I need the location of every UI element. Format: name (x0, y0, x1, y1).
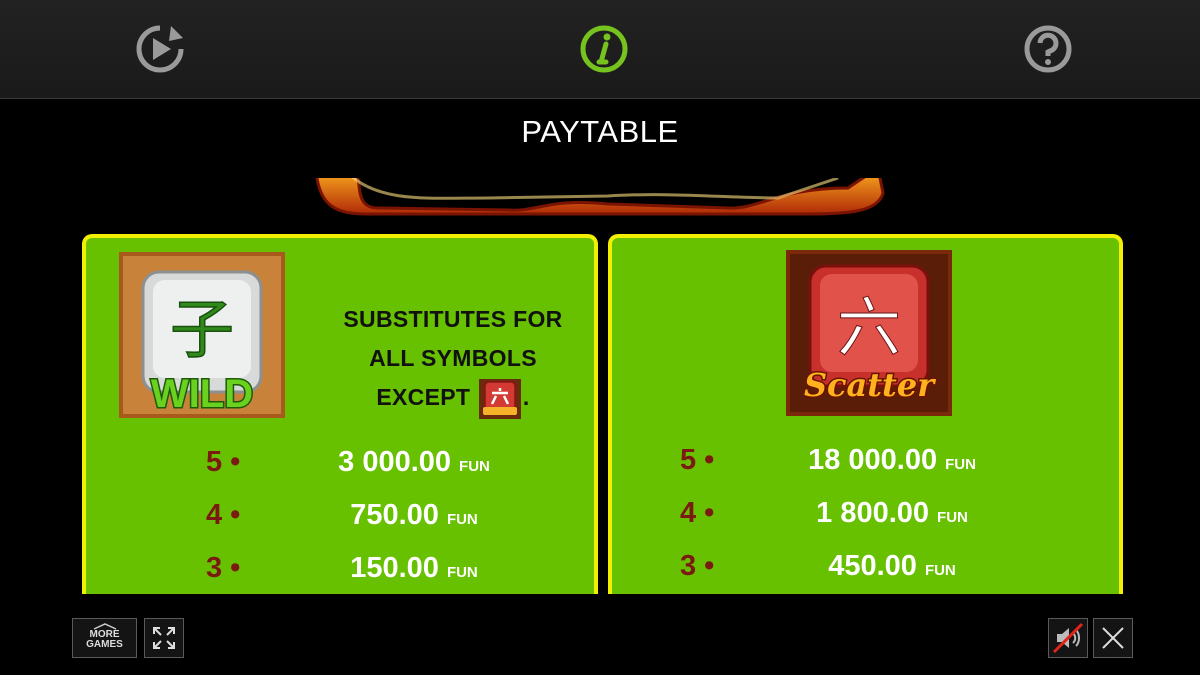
wild-unit-5: FUN (459, 458, 490, 475)
wild-amount-4: 750.00 (350, 499, 439, 531)
scatter-amount-4: 1 800.00 (816, 497, 930, 529)
page-title: PAYTABLE (521, 114, 679, 149)
wild-desc-line-3: EXCEPT . (308, 378, 594, 419)
scatter-payout-row-4: 4 • 1 800.00 FUN (612, 497, 1119, 537)
game-logo-image (315, 178, 885, 216)
scatter-payout-row-3: 3 • 450.00 FUN (612, 550, 1119, 590)
wild-payout-row-5: 5 • 3 000.00 FUN (86, 446, 594, 486)
fullscreen-icon (153, 627, 175, 649)
wild-payout-row-3: 3 • 150.00 FUN (86, 552, 594, 592)
close-button[interactable] (1093, 618, 1133, 658)
wild-amount-5: 3 000.00 (338, 446, 452, 478)
scatter-amount-3: 450.00 (828, 550, 917, 582)
info-icon[interactable] (579, 24, 629, 74)
scatter-unit-3: FUN (924, 562, 956, 579)
wild-amount-3: 150.00 (350, 552, 439, 584)
more-games-button[interactable]: MORE GAMES (72, 618, 137, 658)
wild-unit-3: FUN (446, 564, 478, 581)
wild-unit-4: FUN (446, 511, 478, 528)
close-icon (1102, 627, 1124, 649)
scatter-count-3: 3 • (680, 550, 715, 582)
scatter-symbol-glyph: 六 (837, 292, 901, 366)
scatter-paytable-card: 六 Scatter 5 • 18 000.00 FUN 4 • 1 800.00 F… (608, 234, 1123, 594)
wild-symbol-glyph: 子 (170, 294, 234, 368)
wild-desc-period: . (522, 384, 530, 410)
scatter-amount-5: 18 000.00 (808, 444, 938, 476)
scatter-count-5: 5 • (680, 444, 715, 476)
fullscreen-button[interactable] (144, 618, 184, 658)
scatter-symbol-image: 六 Scatter (786, 250, 952, 416)
wild-desc-line-2: ALL SYMBOLS (369, 345, 537, 371)
wild-desc-line-1: SUBSTITUTES FOR (343, 306, 563, 332)
wild-desc-line-3-text: EXCEPT (376, 384, 471, 410)
top-bar (0, 0, 1200, 99)
scatter-payout-row-5: 5 • 18 000.00 FUN (612, 444, 1119, 484)
scatter-count-4: 4 • (680, 497, 715, 529)
scatter-symbol-label: Scatter (804, 366, 936, 404)
wild-payout-row-4: 4 • 750.00 FUN (86, 499, 594, 539)
scatter-mini-icon (478, 378, 521, 419)
scatter-unit-5: FUN (945, 456, 976, 473)
scatter-unit-4: FUN (937, 509, 968, 526)
wild-paytable-card: 子 WILD SUBSTITUTES FOR ALL SYMBOLS EXCEP… (82, 234, 598, 594)
sound-toggle-button[interactable] (1048, 618, 1088, 658)
wild-description: SUBSTITUTES FOR ALL SYMBOLS EXCEPT . (308, 300, 594, 419)
help-icon[interactable] (1023, 24, 1073, 74)
wild-symbol-image: 子 WILD (119, 252, 285, 418)
sound-muted-icon (1052, 622, 1084, 654)
more-games-line-2: GAMES (86, 639, 123, 650)
wild-symbol-label: WILD (151, 372, 253, 416)
replay-icon[interactable] (135, 24, 185, 74)
